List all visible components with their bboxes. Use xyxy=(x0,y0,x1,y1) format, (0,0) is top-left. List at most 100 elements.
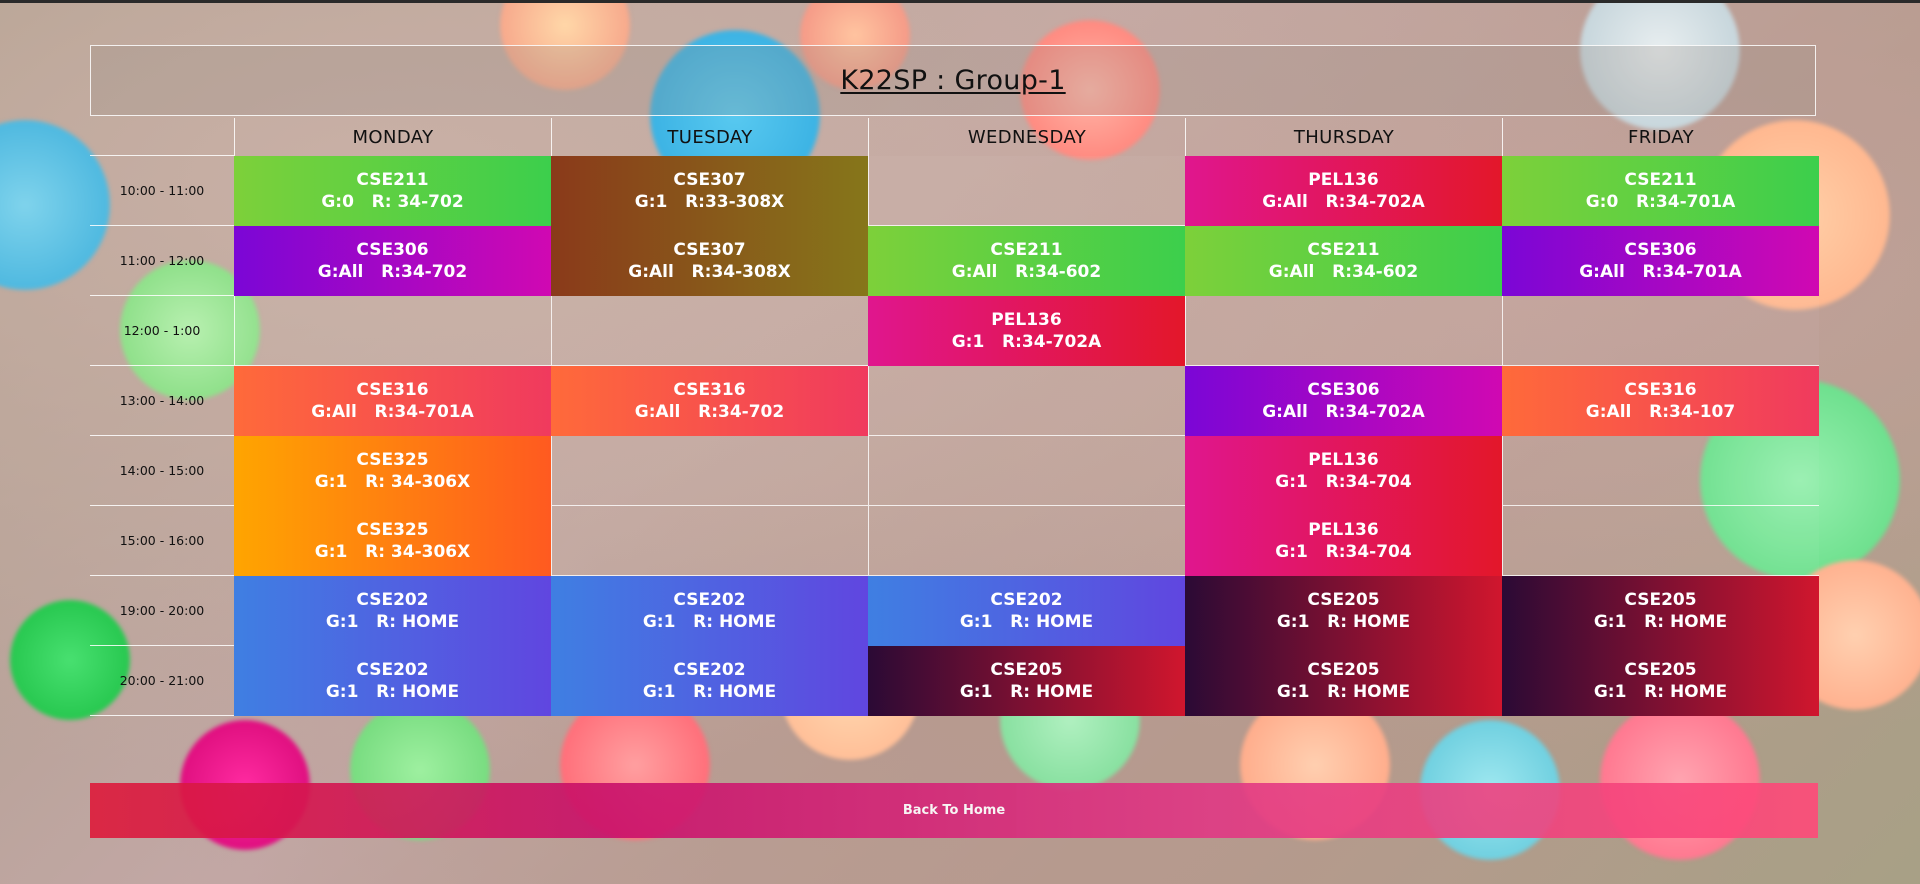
group-room-info: G:1 R: HOME xyxy=(1593,612,1728,632)
class-cell: CSE307 G:All R:34-308X xyxy=(551,226,868,296)
group-room-info: G:1 R:34-704 xyxy=(1275,472,1412,492)
empty-cell xyxy=(551,436,868,506)
course-code: PEL136 xyxy=(1308,450,1379,470)
group-room-info: G:0 R:34-701A xyxy=(1585,192,1736,212)
group-room-info: G:1 R: HOME xyxy=(959,682,1094,702)
course-code: CSE211 xyxy=(990,240,1063,260)
course-code: CSE325 xyxy=(356,450,429,470)
class-cell: CSE325 G:1 R: 34-306X xyxy=(234,436,551,506)
group-room-info: G:1 R: HOME xyxy=(642,682,777,702)
group-room-info: G:All R:34-107 xyxy=(1585,402,1736,422)
class-cell: CSE211 G:0 R:34-701A xyxy=(1502,156,1819,226)
group-room-info: G:1 R: HOME xyxy=(325,612,460,632)
course-code: CSE202 xyxy=(356,660,429,680)
course-code: CSE316 xyxy=(356,380,429,400)
group-room-info: G:1 R: HOME xyxy=(642,612,777,632)
course-code: CSE205 xyxy=(1307,590,1380,610)
group-room-info: G:0 R: 34-702 xyxy=(321,192,464,212)
group-room-info: G:1 R: 34-306X xyxy=(314,542,471,562)
class-cell: CSE202 G:1 R: HOME xyxy=(234,576,551,646)
class-cell: CSE316 G:All R:34-701A xyxy=(234,366,551,436)
class-cell: CSE306 G:All R:34-702 xyxy=(234,226,551,296)
time-slot-label: 13:00 - 14:00 xyxy=(90,366,234,436)
course-code: CSE325 xyxy=(356,520,429,540)
day-header-monday: MONDAY xyxy=(234,118,551,156)
course-code: CSE306 xyxy=(1307,380,1380,400)
course-code: CSE306 xyxy=(1624,240,1697,260)
day-header-row: MONDAY TUESDAY WEDNESDAY THURSDAY FRIDAY xyxy=(90,118,1818,156)
course-code: CSE307 xyxy=(673,240,746,260)
empty-cell xyxy=(868,156,1185,226)
class-cell: CSE211 G:All R:34-602 xyxy=(1185,226,1502,296)
class-cell: CSE202 G:1 R: HOME xyxy=(868,576,1185,646)
course-code: CSE205 xyxy=(1307,660,1380,680)
back-to-home-button[interactable]: Back To Home xyxy=(90,783,1818,838)
time-slot-label: 19:00 - 20:00 xyxy=(90,576,234,646)
group-room-info: G:All R:34-701A xyxy=(311,402,474,422)
top-edge-bar xyxy=(0,0,1920,3)
course-code: CSE205 xyxy=(1624,590,1697,610)
course-code: CSE316 xyxy=(1624,380,1697,400)
group-room-info: G:All R:34-701A xyxy=(1579,262,1742,282)
group-room-info: G:All R:34-602 xyxy=(951,262,1102,282)
group-room-info: G:All R:34-702 xyxy=(317,262,468,282)
course-code: CSE316 xyxy=(673,380,746,400)
empty-cell xyxy=(868,366,1185,436)
empty-cell xyxy=(551,296,868,366)
class-cell: PEL136 G:All R:34-702A xyxy=(1185,156,1502,226)
class-cell: CSE205 G:1 R: HOME xyxy=(1185,646,1502,716)
class-cell: CSE202 G:1 R: HOME xyxy=(551,646,868,716)
empty-cell xyxy=(1185,296,1502,366)
group-room-info: G:1 R:34-704 xyxy=(1275,542,1412,562)
group-room-info: G:All R:34-702A xyxy=(1262,402,1425,422)
class-cell: CSE205 G:1 R: HOME xyxy=(1185,576,1502,646)
class-cell: CSE211 G:0 R: 34-702 xyxy=(234,156,551,226)
course-code: CSE211 xyxy=(356,170,429,190)
class-cell: CSE316 G:All R:34-107 xyxy=(1502,366,1819,436)
time-slot-label: 11:00 - 12:00 xyxy=(90,226,234,296)
course-code: PEL136 xyxy=(1308,520,1379,540)
day-header-wednesday: WEDNESDAY xyxy=(868,118,1185,156)
course-code: CSE205 xyxy=(990,660,1063,680)
group-room-info: G:All R:34-702A xyxy=(1262,192,1425,212)
group-room-info: G:1 R:34-702A xyxy=(951,332,1102,352)
group-room-info: G:1 R: HOME xyxy=(1593,682,1728,702)
group-room-info: G:All R:34-702 xyxy=(634,402,785,422)
class-cell: CSE202 G:1 R: HOME xyxy=(234,646,551,716)
empty-cell xyxy=(1502,296,1819,366)
course-code: CSE202 xyxy=(990,590,1063,610)
course-code: PEL136 xyxy=(991,310,1062,330)
class-cell: PEL136 G:1 R:34-702A xyxy=(868,296,1185,366)
time-slot-label: 15:00 - 16:00 xyxy=(90,506,234,576)
group-room-info: G:1 R: 34-306X xyxy=(314,472,471,492)
empty-cell xyxy=(234,296,551,366)
class-cell: CSE325 G:1 R: 34-306X xyxy=(234,506,551,576)
empty-cell xyxy=(868,436,1185,506)
course-code: CSE202 xyxy=(356,590,429,610)
group-room-info: G:1 R: HOME xyxy=(325,682,460,702)
class-cell: PEL136 G:1 R:34-704 xyxy=(1185,506,1502,576)
group-room-info: G:1 R: HOME xyxy=(959,612,1094,632)
group-room-info: G:1 R: HOME xyxy=(1276,612,1411,632)
class-cell: CSE205 G:1 R: HOME xyxy=(1502,646,1819,716)
course-code: CSE202 xyxy=(673,590,746,610)
day-header-thursday: THURSDAY xyxy=(1185,118,1502,156)
group-room-info: G:1 R:33-308X xyxy=(634,192,785,212)
class-cell: CSE306 G:All R:34-701A xyxy=(1502,226,1819,296)
time-slot-label: 12:00 - 1:00 xyxy=(90,296,234,366)
empty-cell xyxy=(1502,436,1819,506)
course-code: CSE307 xyxy=(673,170,746,190)
class-cell: CSE316 G:All R:34-702 xyxy=(551,366,868,436)
class-cell: CSE205 G:1 R: HOME xyxy=(1502,576,1819,646)
class-cell: CSE205 G:1 R: HOME xyxy=(868,646,1185,716)
class-cell: CSE307 G:1 R:33-308X xyxy=(551,156,868,226)
class-cell: CSE202 G:1 R: HOME xyxy=(551,576,868,646)
course-code: CSE211 xyxy=(1307,240,1380,260)
course-code: CSE205 xyxy=(1624,660,1697,680)
course-code: CSE202 xyxy=(673,660,746,680)
class-cell: PEL136 G:1 R:34-704 xyxy=(1185,436,1502,506)
group-room-info: G:All R:34-308X xyxy=(628,262,791,282)
time-slot-label: 14:00 - 15:00 xyxy=(90,436,234,506)
group-room-info: G:1 R: HOME xyxy=(1276,682,1411,702)
title-panel: K22SP : Group-1 xyxy=(90,45,1816,116)
